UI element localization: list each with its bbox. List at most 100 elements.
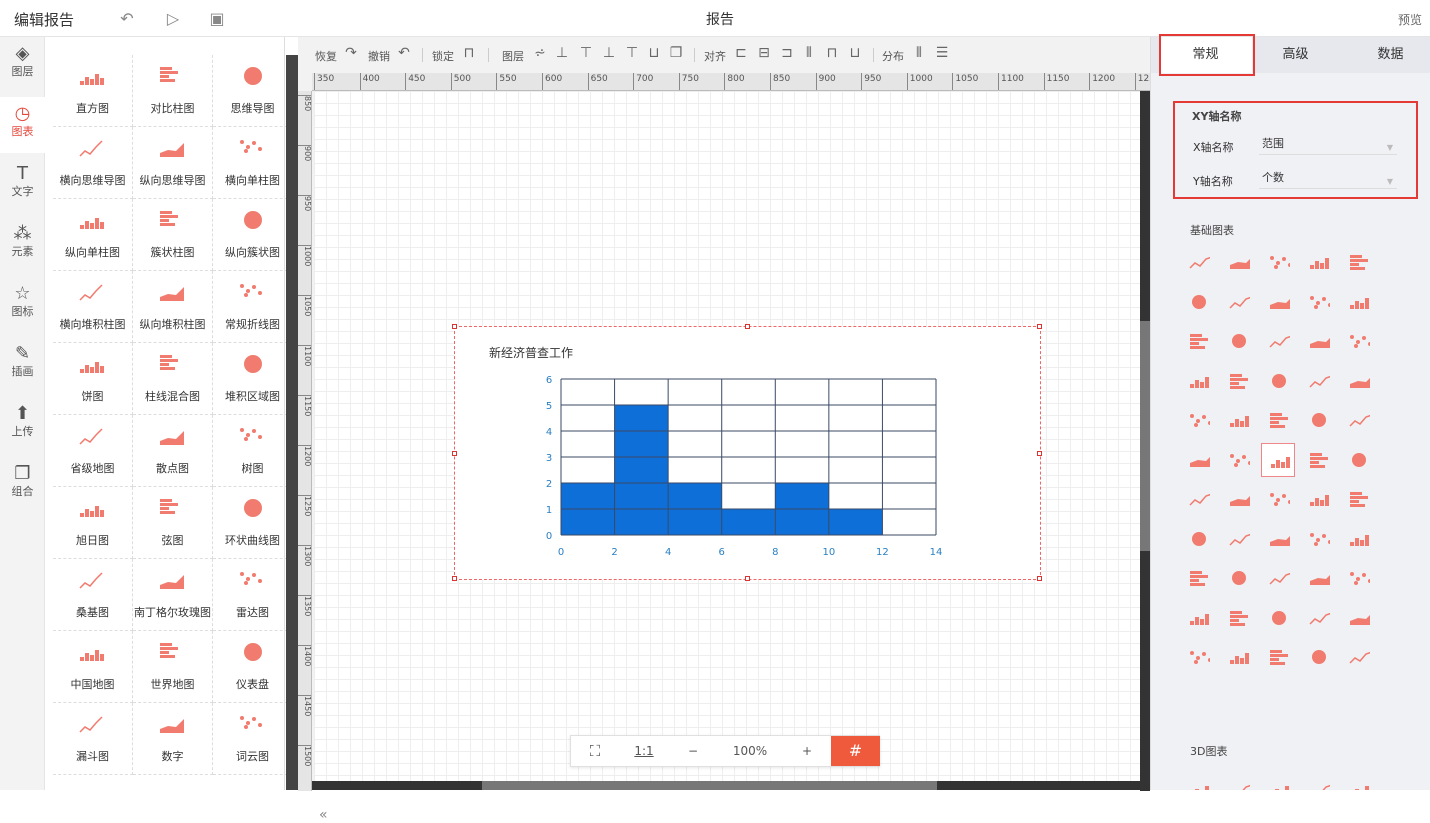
basic-chart-option[interactable] <box>1301 601 1335 635</box>
basic-chart-option[interactable] <box>1221 561 1255 595</box>
basic-chart-option[interactable] <box>1221 443 1255 477</box>
basic-chart-option[interactable] <box>1181 522 1215 556</box>
layer-button[interactable]: 图层 <box>502 48 524 64</box>
basic-chart-option[interactable] <box>1181 561 1215 595</box>
chart-type-item[interactable]: 词云图 <box>213 703 293 775</box>
basic-chart-option[interactable] <box>1181 285 1215 319</box>
align-center-icon[interactable]: ⊟ <box>756 45 772 61</box>
collapse-panel-icon[interactable]: « <box>319 807 328 823</box>
basic-chart-option[interactable] <box>1301 403 1335 437</box>
resize-handle-bl[interactable] <box>452 576 457 581</box>
basic-chart-option[interactable] <box>1221 324 1255 358</box>
align-right-icon[interactable]: ⊐ <box>779 45 795 61</box>
basic-chart-option[interactable] <box>1261 561 1295 595</box>
align-button[interactable]: 对齐 <box>704 48 726 64</box>
resize-handle-t[interactable] <box>745 324 750 329</box>
resize-handle-b[interactable] <box>745 576 750 581</box>
chart-type-item[interactable]: 雷达图 <box>213 559 293 631</box>
chart-type-item[interactable]: 思维导图 <box>213 55 293 127</box>
basic-chart-option[interactable] <box>1221 640 1255 674</box>
preview-button[interactable]: 预览 <box>1398 11 1422 28</box>
basic-chart-option[interactable] <box>1181 245 1215 279</box>
canvas-scrollbar-horizontal[interactable] <box>312 781 1140 790</box>
resize-handle-tl[interactable] <box>452 324 457 329</box>
sidebar-item-group[interactable]: ❐ 组合 <box>0 457 45 513</box>
y-axis-name-select[interactable]: 个数 ▼ <box>1259 169 1397 189</box>
basic-chart-option[interactable] <box>1221 522 1255 556</box>
redo-button[interactable]: 恢复 <box>315 48 337 64</box>
copy-icon[interactable]: ❐ <box>668 45 684 61</box>
back-icon[interactable]: ↶ <box>117 9 137 29</box>
distribute-horizontal-icon[interactable]: ⦀ <box>911 45 927 61</box>
basic-chart-option[interactable] <box>1261 403 1295 437</box>
sidebar-item-layers[interactable]: ◈ 图层 <box>0 37 45 93</box>
canvas-scrollbar-vertical[interactable] <box>1140 91 1150 791</box>
chart-type-item[interactable]: 对比柱图 <box>133 55 213 127</box>
basic-chart-option[interactable] <box>1261 522 1295 556</box>
resize-handle-l[interactable] <box>452 451 457 456</box>
basic-chart-option[interactable] <box>1301 324 1335 358</box>
sidebar-item-elements[interactable]: ⁂ 元素 <box>0 217 45 273</box>
undo-icon[interactable]: ↶ <box>396 45 412 61</box>
chart-type-item[interactable]: 柱线混合图 <box>133 343 213 415</box>
x-axis-name-select[interactable]: 范围 ▼ <box>1259 135 1397 155</box>
scroll-thumb[interactable] <box>482 781 937 790</box>
basic-chart-option[interactable] <box>1261 640 1295 674</box>
resize-handle-br[interactable] <box>1037 576 1042 581</box>
save-icon[interactable]: ▣ <box>207 9 227 29</box>
fit-screen-icon[interactable]: ⛶ <box>571 736 619 766</box>
basic-chart-option[interactable] <box>1181 364 1215 398</box>
basic-chart-option[interactable] <box>1181 601 1215 635</box>
delete-icon[interactable]: ⊔ <box>646 45 662 61</box>
basic-chart-option[interactable] <box>1221 285 1255 319</box>
chart-type-item[interactable]: 中国地图 <box>53 631 133 703</box>
chart-type-item[interactable]: 纵向堆积柱图 <box>133 271 213 343</box>
selected-chart-widget[interactable]: 新经济普查工作 0 1 2 3 4 5 6 0 2 4 6 8 10 12 14 <box>452 324 1042 581</box>
basic-chart-option[interactable] <box>1181 443 1215 477</box>
basic-chart-option[interactable] <box>1301 364 1335 398</box>
chart-type-item[interactable]: 常规折线图 <box>213 271 293 343</box>
basic-chart-option[interactable] <box>1261 324 1295 358</box>
chart-type-item[interactable]: 数字 <box>133 703 213 775</box>
chart-type-item[interactable]: 弦图 <box>133 487 213 559</box>
chart-type-item[interactable]: 散点图 <box>133 415 213 487</box>
resize-handle-tr[interactable] <box>1037 324 1042 329</box>
chart-type-item[interactable]: 省级地图 <box>53 415 133 487</box>
basic-chart-option[interactable] <box>1301 443 1335 477</box>
basic-chart-option[interactable] <box>1221 245 1255 279</box>
chart-type-item[interactable]: 堆积区域图 <box>213 343 293 415</box>
basic-chart-option[interactable] <box>1261 364 1295 398</box>
basic-chart-option[interactable] <box>1341 482 1375 516</box>
chart-type-item[interactable]: 直方图 <box>53 55 133 127</box>
send-back-icon[interactable]: ⊤ <box>624 45 640 61</box>
align-top-icon[interactable]: ⊓ <box>824 45 840 61</box>
play-icon[interactable]: ▷ <box>163 9 183 29</box>
send-down-icon[interactable]: ⊤ <box>578 45 594 61</box>
chart-type-item[interactable]: 纵向簇状图 <box>213 199 293 271</box>
chart-type-item[interactable]: 横向堆积柱图 <box>53 271 133 343</box>
chart-type-item[interactable]: 旭日图 <box>53 487 133 559</box>
basic-chart-option[interactable] <box>1341 285 1375 319</box>
basic-chart-option[interactable] <box>1301 285 1335 319</box>
chart-type-item[interactable]: 桑基图 <box>53 559 133 631</box>
basic-chart-option[interactable] <box>1261 482 1295 516</box>
align-bottom-icon[interactable]: ⊔ <box>847 45 863 61</box>
chart-type-item[interactable]: 横向思维导图 <box>53 127 133 199</box>
report-canvas[interactable]: 新经济普查工作 0 1 2 3 4 5 6 0 2 4 6 8 10 12 14 <box>314 91 1140 781</box>
3d-chart-option[interactable] <box>1301 773 1335 790</box>
tab-advanced[interactable]: 高级 <box>1249 37 1342 73</box>
basic-chart-option[interactable] <box>1301 245 1335 279</box>
chart-type-item[interactable]: 横向单柱图 <box>213 127 293 199</box>
basic-chart-option[interactable] <box>1181 324 1215 358</box>
basic-chart-option[interactable] <box>1341 245 1375 279</box>
align-left-icon[interactable]: ⊏ <box>733 45 749 61</box>
zoom-in-button[interactable]: + <box>783 736 831 766</box>
3d-chart-option[interactable] <box>1261 773 1295 790</box>
chart-type-item[interactable]: 树图 <box>213 415 293 487</box>
panel-scrollbar[interactable] <box>286 55 298 790</box>
basic-chart-option[interactable] <box>1341 324 1375 358</box>
basic-chart-option[interactable] <box>1261 601 1295 635</box>
zoom-out-button[interactable]: − <box>669 736 717 766</box>
basic-chart-option[interactable] <box>1181 640 1215 674</box>
3d-chart-option[interactable] <box>1221 773 1255 790</box>
